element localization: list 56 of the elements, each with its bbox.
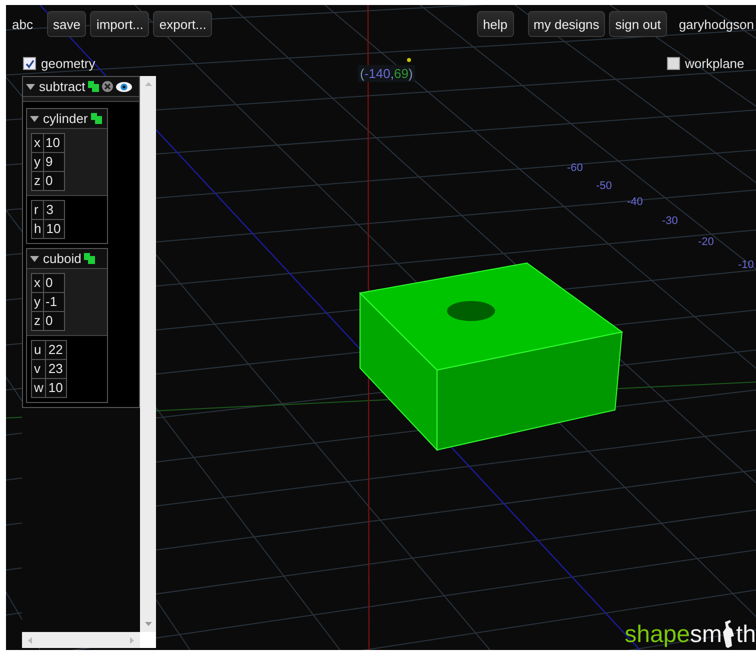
parameter-value[interactable]: -1 bbox=[43, 292, 64, 312]
parameter-name: z bbox=[32, 312, 43, 330]
parameter-value[interactable]: 0 bbox=[43, 172, 64, 190]
parameter-value[interactable]: 10 bbox=[44, 220, 65, 238]
parameter-value[interactable]: 0 bbox=[43, 274, 64, 292]
delete-icon[interactable] bbox=[102, 81, 114, 92]
expand-triangle-icon[interactable] bbox=[30, 254, 39, 262]
parameter-value[interactable]: 23 bbox=[46, 360, 67, 378]
geometry-checkbox[interactable] bbox=[23, 57, 36, 70]
parameter-value[interactable]: 0 bbox=[43, 312, 64, 330]
parameter-value[interactable]: 9 bbox=[43, 152, 64, 172]
parameter-value[interactable]: 10 bbox=[46, 378, 67, 398]
parameter-value[interactable]: 3 bbox=[44, 200, 65, 220]
account-button[interactable]: help bbox=[476, 11, 514, 37]
parameter-name: x bbox=[32, 274, 43, 292]
parameter-name: z bbox=[32, 172, 43, 190]
expand-triangle-icon[interactable] bbox=[26, 82, 35, 90]
cursor-coordinates: (-140,69) bbox=[358, 65, 415, 82]
toolbar-button[interactable]: import... bbox=[90, 11, 150, 37]
axis-tick-label: -30 bbox=[662, 215, 678, 227]
parameter-value[interactable]: 10 bbox=[43, 134, 64, 152]
toolbar-button[interactable]: save bbox=[46, 11, 86, 37]
axis-tick-label: -20 bbox=[698, 236, 714, 248]
logo-text: shape bbox=[624, 622, 690, 648]
axis-tick-label: -50 bbox=[596, 180, 612, 192]
parameter-value[interactable]: 22 bbox=[46, 340, 67, 360]
copy-icon[interactable] bbox=[88, 81, 100, 92]
workplane-checkbox[interactable] bbox=[667, 57, 680, 70]
checkbox-label: workplane bbox=[685, 56, 744, 71]
parameter-name: u bbox=[32, 340, 46, 360]
scrollbar-corner bbox=[140, 632, 156, 648]
parameter-name: h bbox=[32, 220, 44, 238]
design-title: abc bbox=[12, 16, 33, 32]
username: garyhodgson bbox=[678, 16, 754, 32]
parameter-name: x bbox=[32, 134, 43, 152]
account-button[interactable]: my designs bbox=[528, 11, 606, 37]
blacksmith-figure-icon bbox=[722, 620, 736, 648]
parameter-name: r bbox=[32, 200, 44, 220]
parameter-name: w bbox=[32, 378, 46, 398]
axis-tick-label: -40 bbox=[627, 196, 643, 208]
parameter-name: y bbox=[32, 292, 43, 312]
checkbox-label: geometry bbox=[41, 56, 96, 71]
eye-icon[interactable] bbox=[116, 82, 132, 92]
copy-icon[interactable] bbox=[90, 113, 102, 124]
expand-triangle-icon[interactable] bbox=[30, 114, 39, 122]
toolbar-button[interactable]: export... bbox=[153, 11, 212, 37]
cursor-dot bbox=[407, 58, 411, 62]
axis-tick-label: -60 bbox=[567, 162, 583, 174]
parameter-name: y bbox=[32, 152, 43, 172]
copy-icon[interactable] bbox=[84, 253, 96, 264]
parameter-name: v bbox=[32, 360, 46, 378]
logo-text: th bbox=[736, 622, 756, 648]
cuboid-with-hole[interactable] bbox=[358, 262, 624, 452]
account-button[interactable]: sign out bbox=[609, 11, 667, 37]
logo-text: sm bbox=[690, 622, 722, 648]
axis-tick-label: -10 bbox=[738, 259, 754, 271]
